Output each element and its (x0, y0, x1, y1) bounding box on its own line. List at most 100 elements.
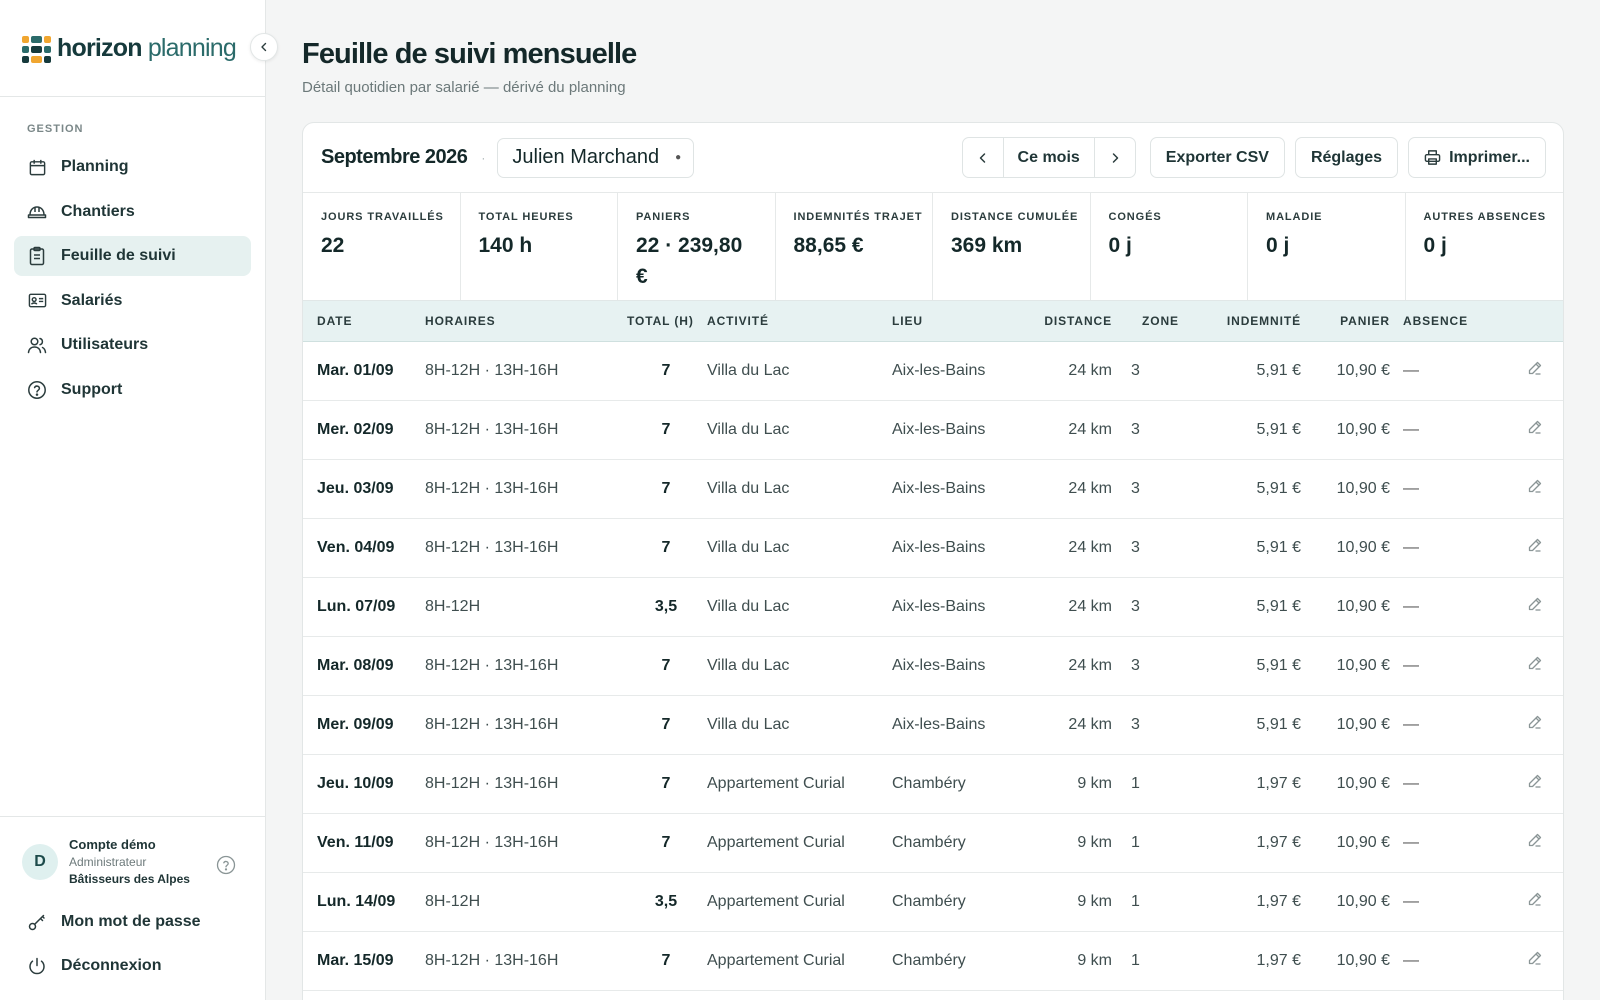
key-icon (27, 912, 47, 932)
cell-horaires: 8H-12H · 13H-16H (425, 538, 559, 556)
table-row[interactable]: Lun. 07/09 8H-12H 3,5 Villa du Lac Aix-les-B… (303, 577, 1563, 636)
employee-select[interactable]: Julien Marchand ● (497, 137, 695, 178)
sidebar-item-chantiers[interactable]: Chantiers (14, 192, 251, 232)
cell-distance: 24 km (1068, 479, 1112, 497)
account-help-icon[interactable] (216, 855, 236, 880)
column-header[interactable]: Indemnité (1207, 301, 1301, 341)
cell-zone: 3 (1131, 361, 1140, 379)
export-csv-button[interactable]: Exporter CSV (1149, 137, 1285, 178)
pencil-icon (1527, 597, 1543, 616)
cell-activite: Villa du Lac (707, 420, 790, 438)
main-content: Feuille de suivi mensuelle Détail quotid… (266, 0, 1600, 1000)
cell-panier: 10,90 € (1336, 774, 1390, 792)
cell-absence: — (1403, 892, 1419, 910)
cell-lieu: Chambéry (892, 951, 966, 969)
cell-distance: 24 km (1068, 420, 1112, 438)
column-header[interactable]: Distance (1017, 301, 1112, 341)
month-title: Septembre 2026 (321, 146, 468, 168)
cell-panier: 10,90 € (1336, 538, 1390, 556)
cell-lieu: Aix-les-Bains (892, 597, 986, 615)
cell-lieu: Aix-les-Bains (892, 361, 986, 379)
table-row[interactable]: Mar. 08/09 8H-12H · 13H-16H 7 Villa du Lac A… (303, 636, 1563, 695)
cell-activite: Villa du Lac (707, 597, 790, 615)
edit-row-button[interactable] (1500, 341, 1563, 400)
next-month-button[interactable] (1095, 138, 1135, 177)
logo-icon (22, 35, 51, 63)
column-header[interactable]: Horaires (425, 301, 585, 341)
column-header[interactable]: Panier (1301, 301, 1390, 341)
table-row[interactable]: Mer. 09/09 8H-12H · 13H-16H 7 Villa du Lac A… (303, 695, 1563, 754)
change-password-label: Mon mot de passe (61, 913, 201, 930)
account-org: Bâtisseurs des Alpes (69, 872, 190, 886)
edit-row-button[interactable] (1500, 400, 1563, 459)
column-header[interactable]: Total (h) (585, 301, 707, 341)
table-row[interactable]: Mar. 15/09 8H-12H · 13H-16H 7 Appartement C… (303, 931, 1563, 990)
edit-row-button[interactable] (1500, 931, 1563, 990)
edit-row-button[interactable] (1500, 813, 1563, 872)
table-row[interactable]: Mer. 02/09 8H-12H · 13H-16H 7 Villa du Lac A… (303, 400, 1563, 459)
cell-distance: 24 km (1068, 361, 1112, 379)
chevron-left-icon (261, 42, 267, 52)
sidebar-item-salaries[interactable]: Salariés (14, 281, 251, 321)
stat-label: Congés (1108, 211, 1162, 223)
column-header[interactable]: Activité (707, 301, 892, 341)
table-row[interactable]: Ven. 04/09 8H-12H · 13H-16H 7 Villa du Lac A… (303, 518, 1563, 577)
cell-horaires: 8H-12H · 13H-16H (425, 361, 559, 379)
column-header[interactable]: Zone (1112, 301, 1207, 341)
cell-lieu: Aix-les-Bains (892, 656, 986, 674)
cell-absence: — (1403, 656, 1419, 674)
cell-activite: Villa du Lac (707, 715, 790, 733)
sidebar-item-planning[interactable]: Planning (14, 147, 251, 187)
cell-date: Mar. 08/09 (317, 656, 394, 674)
stat-conges: Congés 0 j (1091, 193, 1248, 300)
table-row[interactable]: Ven. 11/09 8H-12H · 13H-16H 7 Appartement C… (303, 813, 1563, 872)
cell-absence: — (1403, 420, 1419, 438)
stat-autres-absences: Autres absences 0 j (1406, 193, 1564, 300)
select-caret-icon: ● (675, 152, 682, 163)
edit-row-button[interactable] (1500, 695, 1563, 754)
cell-panier: 10,90 € (1336, 951, 1390, 969)
table-row[interactable]: Mar. 01/09 8H-12H · 13H-16H 7 Villa du Lac A… (303, 341, 1563, 400)
cell-panier: 10,90 € (1336, 892, 1390, 910)
collapse-sidebar-button[interactable] (250, 33, 278, 61)
cell-zone: 1 (1131, 833, 1140, 851)
pencil-icon (1527, 538, 1543, 557)
table-row[interactable]: Jeu. 03/09 8H-12H · 13H-16H 7 Villa du Lac A… (303, 459, 1563, 518)
column-header[interactable]: Lieu (892, 301, 1017, 341)
column-header[interactable]: Date (303, 301, 425, 341)
current-month-button[interactable]: Ce mois (1002, 138, 1095, 177)
cell-horaires: 8H-12H · 13H-16H (425, 715, 559, 733)
main-nav: Planning Chantiers Feuille de suivi Sala… (0, 135, 265, 410)
cell-distance: 24 km (1068, 538, 1112, 556)
edit-row-button[interactable] (1500, 636, 1563, 695)
cell-date: Jeu. 03/09 (317, 479, 394, 497)
cell-absence: — (1403, 479, 1419, 497)
table-row[interactable]: Jeu. 10/09 8H-12H · 13H-16H 7 Appartement C… (303, 754, 1563, 813)
edit-row-button[interactable] (1500, 754, 1563, 813)
cell-distance: 24 km (1068, 715, 1112, 733)
edit-row-button[interactable] (1500, 872, 1563, 931)
brand-name[interactable]: horizon planning (57, 34, 237, 63)
settings-button[interactable]: Réglages (1294, 137, 1399, 178)
stat-value: 22 · 239,80 € (636, 234, 743, 288)
change-password-link[interactable]: Mon mot de passe (0, 900, 266, 944)
sidebar-item-utilisateurs[interactable]: Utilisateurs (14, 325, 251, 365)
column-header[interactable]: Absence (1390, 301, 1500, 341)
edit-row-button[interactable] (1500, 518, 1563, 577)
toolbar: Septembre 2026 · Julien Marchand ● Ce mo… (303, 123, 1563, 193)
cell-activite: Appartement Curial (707, 833, 845, 851)
stat-value: 0 j (1423, 234, 1447, 257)
calendar-icon (27, 157, 47, 177)
sidebar-item-support[interactable]: Support (14, 370, 251, 410)
edit-row-button[interactable] (1500, 459, 1563, 518)
cell-date: Ven. 04/09 (317, 538, 395, 556)
print-button[interactable]: Imprimer... (1408, 137, 1546, 178)
edit-row-button[interactable] (1500, 577, 1563, 636)
previous-month-button[interactable] (963, 138, 1003, 177)
cell-date: Mar. 15/09 (317, 951, 394, 969)
logout-link[interactable]: Déconnexion (0, 944, 266, 988)
cell-date: Mer. 02/09 (317, 420, 394, 438)
table-row[interactable]: Lun. 14/09 8H-12H 3,5 Appartement Curial Cha… (303, 872, 1563, 931)
sidebar-item-feuille-de-suivi[interactable]: Feuille de suivi (14, 236, 251, 276)
cell-total: 3,5 (654, 597, 678, 615)
